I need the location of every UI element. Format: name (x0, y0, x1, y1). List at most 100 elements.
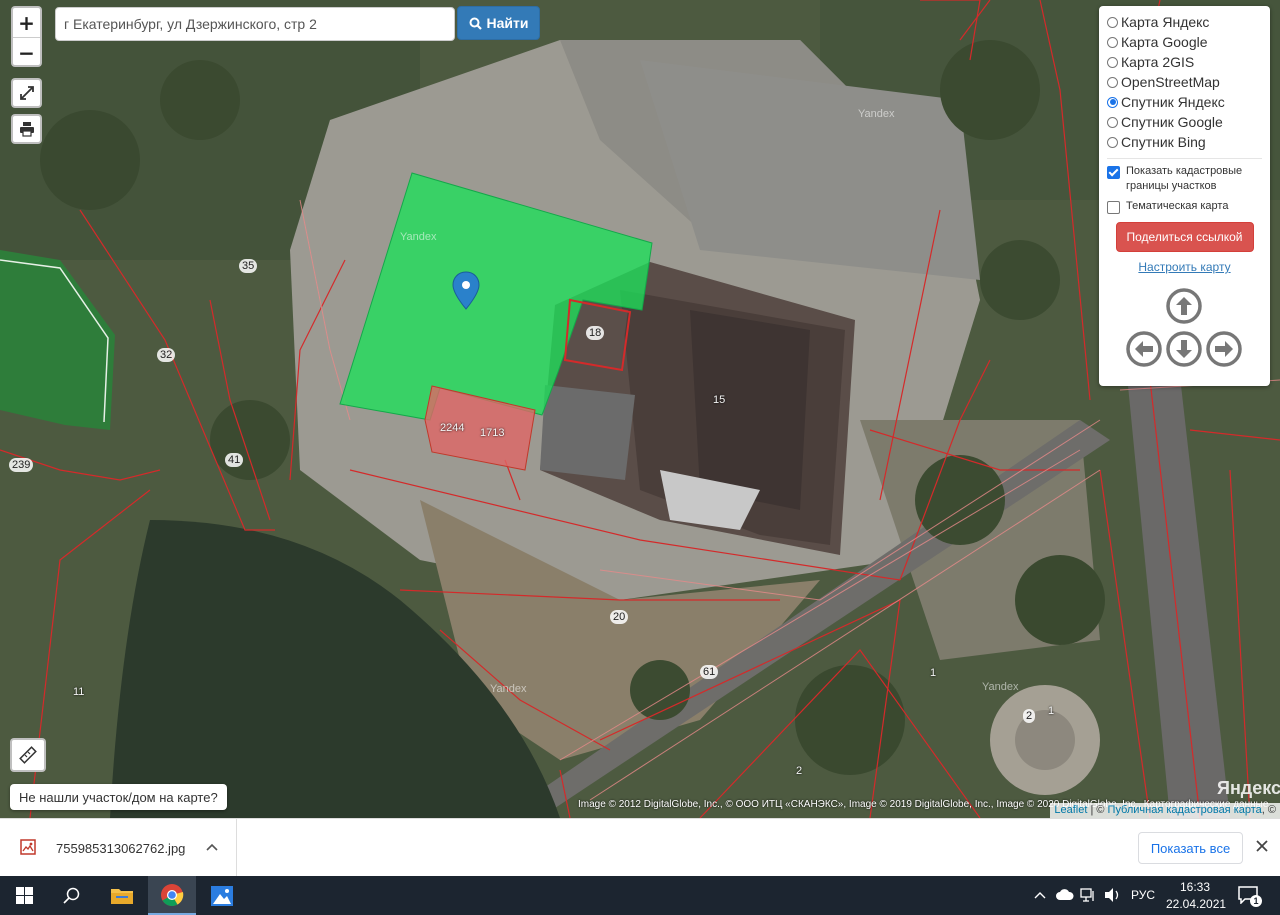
attribution-separator: | © (1090, 804, 1105, 816)
layer-option[interactable]: Карта Google (1107, 32, 1262, 52)
layer-option[interactable]: OpenStreetMap (1107, 72, 1262, 92)
taskbar-file-explorer[interactable] (98, 876, 146, 915)
cadastral-map-link[interactable]: Публичная кадастровая карта (1108, 804, 1262, 816)
search-icon (63, 887, 80, 904)
windows-taskbar: РУС 16:33 22.04.2021 1 (0, 876, 1280, 915)
attribution-suffix: , © (1261, 804, 1276, 816)
layer-option[interactable]: Карта Яндекс (1107, 12, 1262, 32)
layer-option-label: Карта Яндекс (1121, 14, 1210, 30)
leaflet-link[interactable]: Leaflet (1054, 804, 1087, 816)
parcel-label[interactable]: 20 (610, 610, 629, 624)
pan-up-icon[interactable] (1166, 288, 1202, 324)
image-file-icon (20, 839, 36, 855)
layer-option[interactable]: Спутник Bing (1107, 132, 1262, 152)
parcel-label[interactable]: 2 (1023, 709, 1036, 723)
pan-down-icon[interactable] (1166, 331, 1202, 367)
chevron-up-icon[interactable] (1034, 890, 1046, 900)
not-found-button[interactable]: Не нашли участок/дом на карте? (10, 784, 227, 810)
parcel-label[interactable]: 2 (793, 764, 805, 778)
parcel-label[interactable]: 2244 (437, 421, 467, 435)
parcel-label[interactable]: 35 (239, 259, 258, 273)
pan-left-icon[interactable] (1126, 331, 1162, 367)
printer-icon (19, 122, 34, 137)
checkbox-unchecked-icon[interactable] (1107, 201, 1120, 214)
show-all-downloads-button[interactable]: Показать все (1138, 832, 1243, 864)
address-search-input[interactable] (55, 7, 455, 41)
show-cadastral-checkbox[interactable]: Показать кадастровые границы участков (1107, 164, 1262, 194)
parcel-label[interactable]: 11 (70, 685, 87, 699)
pan-right-icon[interactable] (1206, 331, 1242, 367)
watermark-text: Yandex (982, 681, 1019, 693)
parcel-label[interactable]: 18 (586, 326, 605, 340)
parcel-label[interactable]: 1 (927, 666, 939, 680)
yandex-logo: Яндекс (1217, 778, 1280, 798)
radio-unselected-icon[interactable] (1107, 76, 1118, 88)
zoom-out-button[interactable]: − (13, 37, 40, 67)
radio-unselected-icon[interactable] (1107, 116, 1118, 128)
print-button[interactable] (11, 114, 42, 144)
taskbar-photos[interactable] (198, 876, 246, 915)
parcel-label[interactable]: 32 (157, 348, 176, 362)
parcel-label[interactable]: 41 (225, 453, 244, 467)
zoom-control: + − (11, 6, 42, 67)
photos-icon (211, 885, 233, 906)
layer-option[interactable]: Карта 2GIS (1107, 52, 1262, 72)
configure-map-link[interactable]: Настроить карту (1107, 260, 1262, 274)
close-icon[interactable] (1253, 837, 1271, 855)
download-item[interactable]: 755985313062762.jpg (0, 819, 237, 876)
layer-panel: Карта Яндекс Карта Google Карта 2GIS OpenSt… (1099, 6, 1270, 386)
parcel-label[interactable]: 239 (9, 458, 34, 472)
radio-unselected-icon[interactable] (1107, 16, 1118, 28)
action-center-button[interactable]: 1 (1236, 884, 1262, 908)
clock-time[interactable]: 16:33 (1180, 880, 1210, 894)
download-file-name: 755985313062762.jpg (56, 841, 186, 856)
layer-option-label: Карта 2GIS (1121, 54, 1195, 70)
radio-selected-icon[interactable] (1107, 96, 1118, 108)
taskbar-chrome[interactable] (148, 876, 196, 915)
parcel-label[interactable]: 61 (700, 665, 719, 679)
layer-option[interactable]: Спутник Яндекс (1107, 92, 1262, 112)
map-canvas[interactable]: 35 32 239 41 18 15 2244 1713 20 61 11 1 … (0, 0, 1280, 818)
layer-option-label: Спутник Яндекс (1121, 94, 1225, 110)
network-icon[interactable] (1080, 887, 1096, 903)
layer-option-label: Спутник Bing (1121, 134, 1206, 150)
layer-option-label: OpenStreetMap (1121, 74, 1220, 90)
onedrive-cloud-icon[interactable] (1056, 889, 1074, 901)
folder-icon (111, 888, 133, 904)
search-button[interactable]: Найти (457, 6, 540, 40)
volume-icon[interactable] (1104, 887, 1122, 903)
fullscreen-button[interactable] (11, 78, 42, 108)
radio-unselected-icon[interactable] (1107, 56, 1118, 68)
ruler-icon (19, 746, 37, 764)
clock-date[interactable]: 22.04.2021 (1166, 897, 1226, 911)
thematic-map-checkbox[interactable]: Тематическая карта (1107, 199, 1262, 214)
search-button-label: Найти (486, 15, 529, 31)
layer-option-label: Карта Google (1121, 34, 1208, 50)
divider (1107, 158, 1262, 159)
satellite-imagery (0, 0, 1280, 818)
parcel-label[interactable]: 15 (710, 393, 728, 407)
chevron-up-icon[interactable] (206, 842, 218, 852)
start-button[interactable] (0, 876, 48, 915)
measure-button[interactable] (10, 738, 46, 772)
taskbar-search-button[interactable] (48, 876, 96, 915)
watermark-text: Yandex (858, 108, 895, 120)
parcel-label[interactable]: 1713 (477, 426, 507, 440)
layer-option[interactable]: Спутник Google (1107, 112, 1262, 132)
layer-option-label: Спутник Google (1121, 114, 1223, 130)
parcel-label[interactable]: 1 (1045, 704, 1057, 718)
input-language-indicator[interactable]: РУС (1131, 888, 1155, 902)
checkbox-checked-icon[interactable] (1107, 166, 1120, 179)
expand-icon (19, 86, 34, 100)
search-icon (469, 17, 482, 30)
radio-unselected-icon[interactable] (1107, 136, 1118, 148)
chrome-icon (161, 883, 184, 906)
windows-logo-icon (15, 887, 33, 904)
show-cadastral-label: Показать кадастровые границы участков (1126, 165, 1243, 192)
download-bar: 755985313062762.jpg Показать все (0, 818, 1280, 876)
watermark-text: Yandex (490, 683, 527, 695)
zoom-in-button[interactable]: + (13, 8, 40, 37)
radio-unselected-icon[interactable] (1107, 36, 1118, 48)
notification-count: 1 (1250, 895, 1262, 907)
share-link-button[interactable]: Поделиться ссылкой (1115, 222, 1254, 252)
